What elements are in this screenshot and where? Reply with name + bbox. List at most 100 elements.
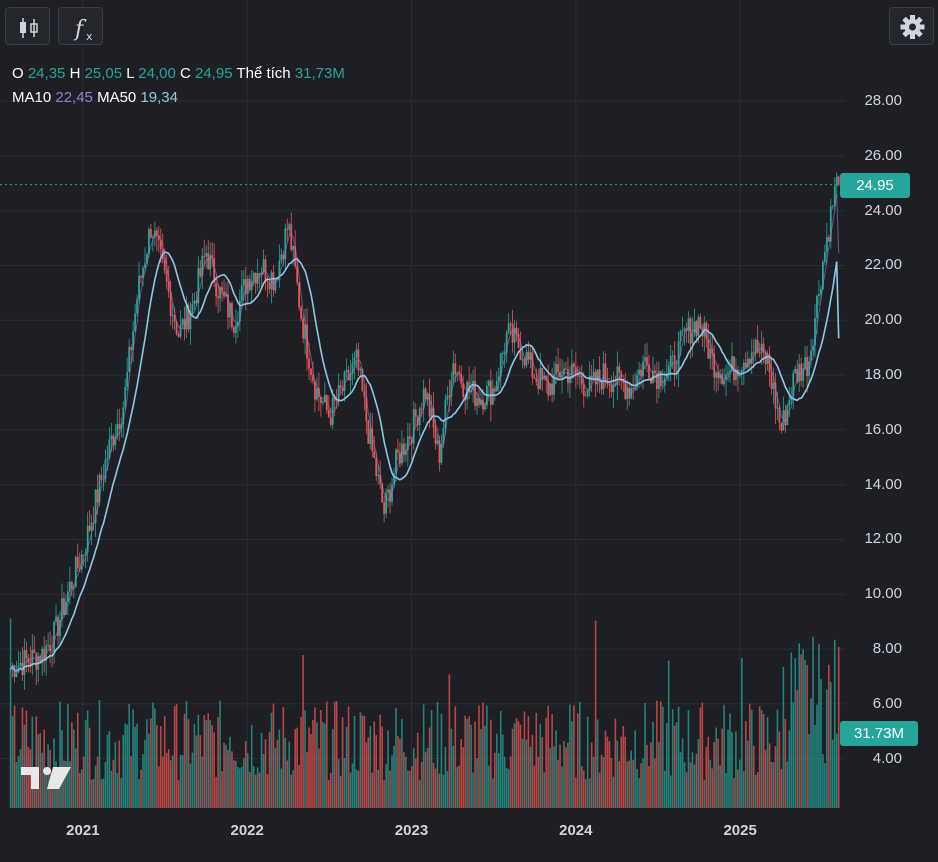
volume-bar <box>689 762 692 808</box>
candle-body <box>537 382 540 389</box>
volume-bar <box>796 690 799 808</box>
volume-bar <box>310 734 312 808</box>
candle-body <box>452 363 455 381</box>
volume-bar <box>725 773 727 808</box>
volume-bar <box>731 732 733 808</box>
volume-bar <box>723 704 725 808</box>
volume-bar <box>517 721 520 808</box>
candle-body <box>136 299 138 314</box>
volume-bar <box>80 769 83 808</box>
volume-bar <box>758 706 761 808</box>
candle-body <box>501 352 504 354</box>
volume-bar <box>776 709 779 808</box>
volume-bar <box>333 701 336 808</box>
candle-body <box>661 385 664 387</box>
volume-bar <box>231 751 233 808</box>
candle-body <box>758 352 761 354</box>
volume-bar <box>831 739 834 808</box>
volume-bar <box>707 736 710 808</box>
volume-bar <box>610 757 613 808</box>
volume-bar <box>620 736 623 808</box>
settings-button[interactable] <box>889 7 934 45</box>
volume-bar <box>675 722 678 808</box>
volume-bar <box>492 778 494 808</box>
volume-bar <box>616 740 619 808</box>
candle-body <box>240 285 243 301</box>
candle-body <box>367 420 370 444</box>
volume-bar <box>462 747 464 808</box>
candle-body <box>290 224 293 251</box>
volume-bar <box>329 772 332 808</box>
volume-bar <box>405 756 407 808</box>
volume-bar <box>606 736 609 808</box>
volume-bar <box>379 714 381 808</box>
volume-bar <box>391 755 393 808</box>
volume-bar <box>389 770 391 808</box>
candle-body <box>557 364 559 373</box>
candle-body <box>209 255 212 270</box>
volume-bar <box>778 731 781 808</box>
candle-body <box>82 554 85 556</box>
volume-bar <box>112 759 115 808</box>
volume-bar <box>264 739 267 808</box>
volume-bar <box>456 766 459 808</box>
volume-bar <box>545 717 547 808</box>
candle-body <box>788 399 791 406</box>
candle-body <box>430 408 433 417</box>
candle-body <box>632 388 635 390</box>
volume-bar <box>677 706 680 808</box>
volume-bar <box>604 730 607 808</box>
volume-bar <box>175 703 178 808</box>
volume-bar <box>169 760 172 808</box>
volume-bar <box>385 764 387 808</box>
candle-body <box>408 436 411 439</box>
volume-bar <box>488 765 490 808</box>
volume-bar <box>154 708 156 808</box>
volume-bar <box>511 728 514 808</box>
volume-bar <box>426 747 429 808</box>
volume-bar <box>353 716 356 808</box>
candle-body <box>816 295 818 319</box>
price-chart[interactable] <box>0 0 938 862</box>
candle-body <box>715 372 718 378</box>
candle-body <box>377 474 380 476</box>
candle-body <box>444 399 447 429</box>
candle-body <box>185 304 188 330</box>
candle-body <box>310 368 312 375</box>
volume-bar <box>371 772 374 808</box>
volume-bar <box>440 713 443 808</box>
candle-body <box>100 475 103 480</box>
candle-body <box>355 349 358 358</box>
volume-bar <box>219 700 221 808</box>
volume-bar <box>652 722 654 808</box>
indicators-button[interactable]: f x <box>58 7 103 45</box>
candle-body <box>541 367 544 380</box>
volume-bar <box>367 737 370 808</box>
volume-bar <box>244 741 247 808</box>
volume-bar <box>828 664 830 808</box>
volume-bar <box>640 763 642 808</box>
candle-body <box>70 581 73 589</box>
volume-bar <box>551 714 553 808</box>
candle-body <box>723 380 725 385</box>
candle-body <box>831 205 834 207</box>
chart-type-button[interactable] <box>5 7 50 45</box>
candle-body <box>126 372 129 387</box>
candle-body <box>592 371 595 379</box>
volume-bar <box>98 700 101 808</box>
candle-body <box>118 423 121 429</box>
volume-bar <box>165 752 168 808</box>
volume-bar <box>650 742 652 808</box>
volume-bar <box>260 732 263 808</box>
volume-bar <box>312 719 314 808</box>
volume-bar <box>444 746 447 808</box>
volume-bar <box>636 768 638 808</box>
volume-bar <box>711 768 714 808</box>
volume-bar <box>237 767 239 808</box>
volume-bar <box>531 734 534 808</box>
volume-bar <box>521 738 524 808</box>
candle-body <box>171 314 174 317</box>
volume-bar <box>630 750 632 808</box>
volume-bar <box>383 780 385 808</box>
candle-body <box>535 378 538 383</box>
